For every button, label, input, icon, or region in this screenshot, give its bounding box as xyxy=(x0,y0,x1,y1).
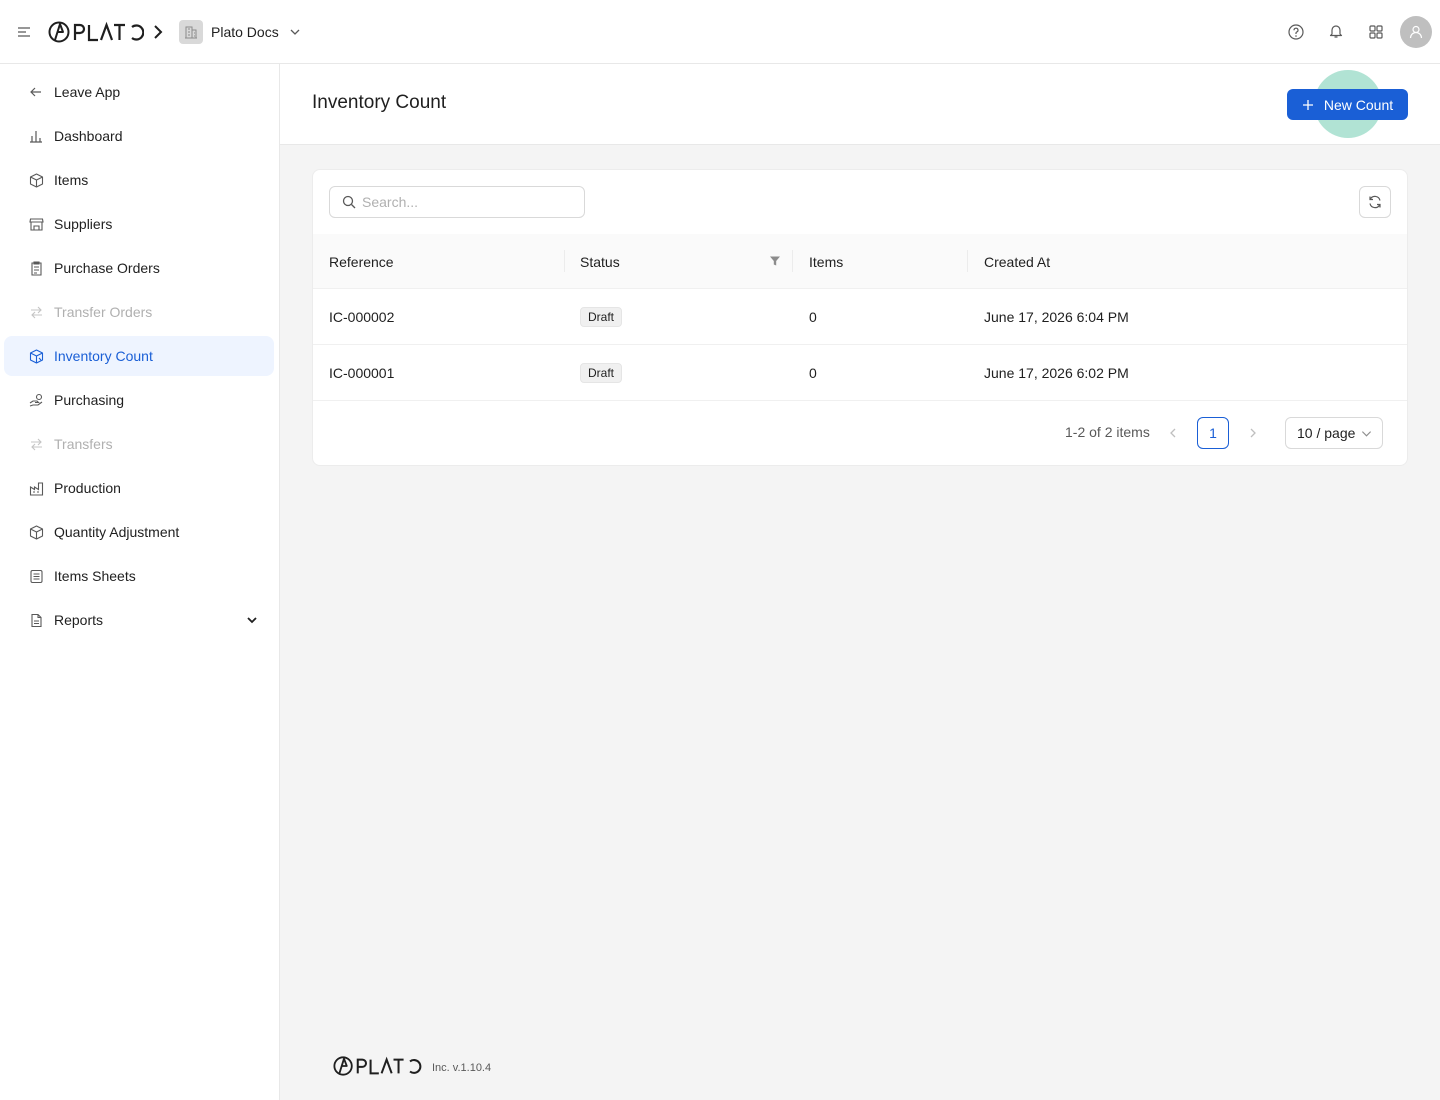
column-header-status: Status xyxy=(580,253,620,270)
store-icon xyxy=(28,216,44,232)
sidebar-item-purchase-orders[interactable]: Purchase Orders xyxy=(4,248,274,288)
report-icon xyxy=(28,612,44,628)
box-adjust-icon xyxy=(28,524,44,540)
search-box[interactable] xyxy=(329,186,585,218)
sidebar-item-label: Items Sheets xyxy=(54,568,136,584)
sidebar-item-dashboard[interactable]: Dashboard xyxy=(4,116,274,156)
org-switcher[interactable]: Plato Docs xyxy=(179,19,301,45)
sidebar-item-label: Suppliers xyxy=(54,216,113,232)
sidebar-item-inventory-count[interactable]: Inventory Count xyxy=(4,336,274,376)
plato-logo[interactable] xyxy=(48,20,144,44)
new-count-label: New Count xyxy=(1323,96,1394,113)
sidebar-item-label: Production xyxy=(54,480,121,496)
refresh-icon xyxy=(1369,195,1381,209)
table-header: Reference Status Items Created At xyxy=(313,234,1407,289)
transfer-icon xyxy=(28,436,44,452)
search-icon xyxy=(342,195,356,209)
sidebar-item-items-sheets[interactable]: Items Sheets xyxy=(4,556,274,596)
sidebar-item-label: Purchasing xyxy=(54,392,125,408)
inventory-count-table: Reference Status Items Created At IC-000… xyxy=(313,234,1407,401)
pagination-total: 1-2 of 2 items xyxy=(1065,424,1150,440)
factory-icon xyxy=(28,480,44,496)
main-content: Inventory Count New Count Reference Stat… xyxy=(280,64,1440,1100)
sidebar-item-leave-app[interactable]: Leave App xyxy=(4,72,274,112)
user-avatar[interactable] xyxy=(1400,16,1432,48)
pagination: 1-2 of 2 items 1 10 / page xyxy=(313,417,1407,449)
new-count-button[interactable]: New Count xyxy=(1287,89,1408,120)
bar-chart-icon xyxy=(28,128,44,144)
table-row[interactable]: IC-000002 Draft 0 June 17, 2026 6:04 PM xyxy=(313,289,1407,345)
org-name: Plato Docs xyxy=(211,24,279,40)
help-icon[interactable] xyxy=(1284,20,1308,44)
column-divider xyxy=(792,250,793,272)
chevron-down-icon xyxy=(290,29,300,35)
sidebar-item-production[interactable]: Production xyxy=(4,468,274,508)
sidebar-item-label: Dashboard xyxy=(54,128,123,144)
sidebar-item-label: Leave App xyxy=(54,84,121,100)
cell-reference: IC-000001 xyxy=(329,365,395,381)
chevron-down-icon xyxy=(247,617,257,624)
app-version: Inc. v.1.10.4 xyxy=(432,1062,492,1074)
page-header: Inventory Count New Count xyxy=(280,64,1440,145)
column-header-items: Items xyxy=(809,253,844,270)
status-badge: Draft xyxy=(580,363,623,383)
cell-reference: IC-000002 xyxy=(329,309,395,325)
sidebar-item-quantity-adjustment[interactable]: Quantity Adjustment xyxy=(4,512,274,552)
cell-items: 0 xyxy=(809,309,817,325)
sidebar-item-label: Quantity Adjustment xyxy=(54,524,180,540)
sidebar-item-items[interactable]: Items xyxy=(4,160,274,200)
inventory-count-card: Reference Status Items Created At IC-000… xyxy=(312,169,1408,466)
bell-icon[interactable] xyxy=(1324,19,1348,43)
status-badge: Draft xyxy=(580,307,623,327)
cell-created-at: June 17, 2026 6:02 PM xyxy=(984,365,1129,381)
plato-footer-logo xyxy=(333,1056,422,1076)
page-size-select[interactable]: 10 / page xyxy=(1285,417,1383,449)
hand-coins-icon xyxy=(28,392,44,408)
page-size-value: 10 / page xyxy=(1297,425,1356,441)
sidebar-item-suppliers[interactable]: Suppliers xyxy=(4,204,274,244)
building-icon xyxy=(179,20,203,44)
apps-grid-icon[interactable] xyxy=(1364,20,1388,44)
top-bar: Plato Docs xyxy=(0,0,1440,64)
transfer-icon xyxy=(28,304,44,320)
sidebar-item-label: Transfers xyxy=(54,436,113,452)
sidebar-item-transfer-orders: Transfer Orders xyxy=(4,292,274,332)
boxes-count-icon xyxy=(28,348,44,364)
cell-items: 0 xyxy=(809,365,817,381)
cell-created-at: June 17, 2026 6:04 PM xyxy=(984,309,1129,325)
chevron-right-icon xyxy=(154,25,163,39)
table-row[interactable]: IC-000001 Draft 0 June 17, 2026 6:02 PM xyxy=(313,345,1407,401)
page-number-current[interactable]: 1 xyxy=(1197,417,1229,449)
box-icon xyxy=(28,172,44,188)
filter-icon[interactable] xyxy=(769,255,781,267)
sidebar-item-label: Transfer Orders xyxy=(54,304,153,320)
sidebar-item-purchasing[interactable]: Purchasing xyxy=(4,380,274,420)
chevron-left-icon[interactable] xyxy=(1165,425,1181,441)
sidebar-item-transfers: Transfers xyxy=(4,424,274,464)
column-divider xyxy=(967,250,968,272)
sidebar-item-label: Inventory Count xyxy=(54,348,153,364)
sidebar: Leave App Dashboard Items Suppliers Purc… xyxy=(0,64,280,1100)
column-header-reference: Reference xyxy=(329,253,394,270)
page-title: Inventory Count xyxy=(312,92,447,113)
sidebar-item-label: Reports xyxy=(54,612,104,628)
plus-icon xyxy=(1302,99,1313,110)
sidebar-item-label: Items xyxy=(54,172,89,188)
sheet-icon xyxy=(28,568,44,584)
arrow-left-icon xyxy=(28,84,44,100)
sidebar-nav: Leave App Dashboard Items Suppliers Purc… xyxy=(0,64,279,640)
refresh-button[interactable] xyxy=(1359,186,1391,218)
footer: Inc. v.1.10.4 xyxy=(330,1054,491,1078)
clipboard-icon xyxy=(28,260,44,276)
column-divider xyxy=(564,250,565,272)
chevron-right-icon[interactable] xyxy=(1245,425,1261,441)
menu-icon[interactable] xyxy=(17,25,31,39)
sidebar-item-reports[interactable]: Reports xyxy=(4,600,274,640)
column-header-created-at: Created At xyxy=(984,253,1051,270)
sidebar-item-label: Purchase Orders xyxy=(54,260,160,276)
search-input[interactable] xyxy=(362,194,582,210)
chevron-down-icon xyxy=(1361,431,1372,437)
